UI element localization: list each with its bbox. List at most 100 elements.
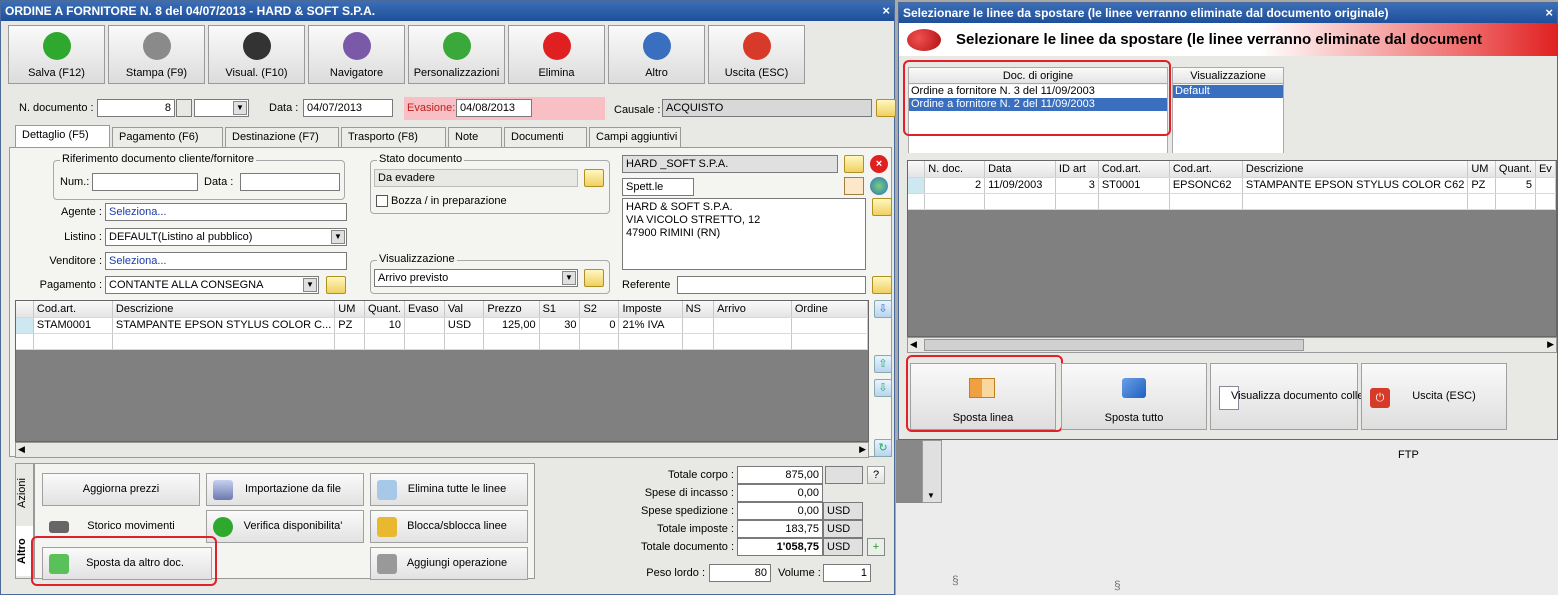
grid-cell[interactable] [984,193,1056,210]
totale-corpo-value[interactable]: 875,00 [737,466,823,484]
grid-cell[interactable] [404,333,445,350]
grid-cell[interactable] [334,333,365,350]
folder-icon[interactable] [326,276,346,294]
refresh-icon[interactable]: ↻ [874,439,892,457]
grid-cell[interactable] [579,333,620,350]
grid-cell[interactable]: EPSONC62 [1169,177,1243,194]
column-header[interactable]: Descrizione [1242,161,1469,178]
grid-cell[interactable] [1495,193,1536,210]
grid-cell[interactable] [682,317,715,334]
grid-cell[interactable]: 10 [364,317,406,334]
grid-cell[interactable] [791,333,868,350]
arrow-right-icon[interactable]: ▶ [859,444,866,455]
column-header[interactable]: ID art [1055,161,1099,178]
column-header[interactable]: UM [334,301,365,318]
grid-cell[interactable]: ST0001 [1098,177,1170,194]
grid-cell[interactable]: 11/09/2003 [984,177,1056,194]
column-header[interactable]: Arrivo [713,301,792,318]
visual-button[interactable]: Visual. (F10) [208,25,305,84]
grid-cell[interactable]: 3 [1055,177,1099,194]
spese-incasso-value[interactable]: 0,00 [737,484,823,502]
folder-icon[interactable] [584,269,604,287]
grid-cell[interactable] [483,333,540,350]
remove-icon[interactable]: × [870,155,888,173]
referente-input[interactable] [677,276,866,294]
column-header[interactable]: Data [984,161,1056,178]
column-header[interactable]: Cod.art. [33,301,113,318]
grid-cell[interactable] [713,333,792,350]
grid-cell[interactable]: 2 [924,177,986,194]
column-header[interactable]: S1 [539,301,581,318]
rif-data-input[interactable] [240,173,340,191]
column-header[interactable]: Imposte [618,301,683,318]
bozza-checkbox[interactable] [376,195,388,207]
column-header[interactable]: Cod.art. [1169,161,1243,178]
column-header[interactable]: Ev [1535,161,1556,178]
totale-documento-value[interactable]: 1'058,75 [737,538,823,556]
blocca-button[interactable]: Blocca/sblocca linee [370,510,528,543]
grid-cell[interactable]: USD [444,317,485,334]
grid-cell[interactable] [1055,193,1099,210]
verifica-button[interactable]: Verifica disponibilita' [206,510,364,543]
grid-cell[interactable] [1535,193,1556,210]
spese-spedizione-value[interactable]: 0,00 [737,502,823,520]
listino-select[interactable]: DEFAULT(Listino al pubblico) ▼ [105,228,347,246]
grid-cell[interactable] [1467,193,1496,210]
move-lines-grid[interactable]: N. doc. Data ID art Cod.art. Cod.art. Descriz… [907,160,1557,337]
grid-cell[interactable] [1169,193,1243,210]
person-icon[interactable] [844,177,864,195]
aggiorna-prezzi-button[interactable]: Aggiorna prezzi [42,473,200,506]
grid-cell[interactable] [112,333,336,350]
table-row[interactable] [16,333,868,350]
tab-destinazione[interactable]: Destinazione (F7) [225,127,339,147]
tab-campi[interactable]: Campi aggiuntivi [589,127,681,147]
column-header[interactable]: Ordine [791,301,868,318]
navigatore-button[interactable]: Navigatore [308,25,405,84]
agente-input[interactable]: Seleziona... [105,203,347,221]
grid-cell[interactable] [539,333,581,350]
grid-cell[interactable]: PZ [334,317,365,334]
grid-cell[interactable] [364,333,406,350]
arrow-down-icon[interactable]: ⇩ [874,379,892,397]
grid-cell[interactable]: STAM0001 [33,317,113,334]
arrow-down-icon[interactable]: ⇩ [874,300,892,318]
visual-list[interactable]: Default [1173,85,1283,153]
totale-imposte-value[interactable]: 183,75 [737,520,823,538]
grid-cell[interactable]: 125,00 [483,317,540,334]
move-lines-hscroll[interactable]: ◀ ▶ [907,337,1557,353]
visual-select[interactable]: Arrivo previsto ▼ [374,269,578,287]
sposta-tutto-button[interactable]: Sposta tutto [1061,363,1207,430]
ndoc-series-select[interactable]: ▼ [194,99,249,117]
pagamento-select[interactable]: CONTANTE ALLA CONSEGNA ▼ [105,276,319,294]
grid-cell[interactable] [33,333,113,350]
column-header[interactable]: S2 [579,301,620,318]
evasione-input[interactable]: 04/08/2013 [456,99,532,117]
volume-value[interactable]: 1 [823,564,871,582]
scroll-thumb[interactable] [924,339,1304,351]
causale-input[interactable]: ACQUISTO [662,99,872,117]
grid-cell[interactable]: 21% IVA [618,317,683,334]
arrow-down-icon[interactable]: ▼ [927,491,935,500]
close-icon[interactable]: × [1545,3,1553,23]
table-row[interactable] [908,193,1556,210]
zoom-in-icon[interactable]: + [867,538,885,556]
grid-cell[interactable] [791,317,868,334]
table-row[interactable]: 2 11/09/2003 3 ST0001 EPSONC62 STAMPANTE EPSO… [908,177,1556,194]
grid-cell[interactable]: 0 [579,317,620,334]
grid-cell[interactable] [713,317,792,334]
grid-cell[interactable] [1242,193,1469,210]
data-input[interactable]: 04/07/2013 [303,99,393,117]
stampa-button[interactable]: Stampa (F9) [108,25,205,84]
folder-icon[interactable] [844,155,864,173]
ndoc-spin[interactable] [176,99,192,117]
rif-num-input[interactable] [92,173,198,191]
importazione-button[interactable]: Importazione da file [206,473,364,506]
folder-icon[interactable] [872,198,892,216]
column-header[interactable]: UM [1467,161,1496,178]
tab-trasporto[interactable]: Trasporto (F8) [341,127,446,147]
column-header[interactable]: Quant. [1495,161,1536,178]
grid-cell[interactable] [404,317,445,334]
grid-cell[interactable] [1535,177,1556,194]
lines-hscroll[interactable]: ◀ ▶ [15,442,869,458]
column-header[interactable]: Val [444,301,485,318]
